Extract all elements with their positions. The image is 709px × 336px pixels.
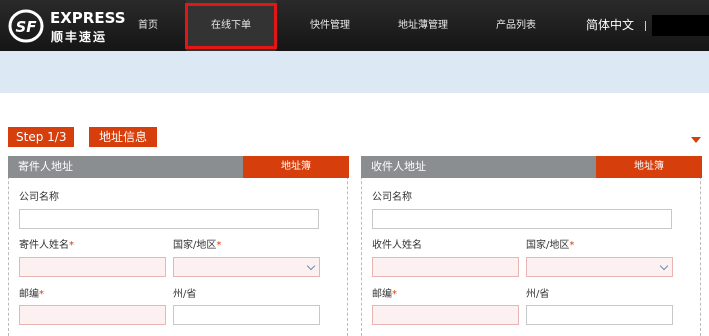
recipient-company-input[interactable] [372,209,672,229]
logo-express-text: EXPRESS [50,9,126,27]
logo-mark-text: SF [15,18,37,36]
step-title: 地址信息 [89,127,158,147]
chevron-down-icon [659,261,669,271]
sender-company-input[interactable] [19,209,319,229]
recipient-zip-label-text: 邮编 [372,289,392,300]
recipient-panel-header: 收件人地址 地址簿 [361,156,702,178]
recipient-panel-title: 收件人地址 [371,160,426,173]
sender-address-book-button[interactable]: 地址簿 [243,156,349,178]
recipient-zip-input[interactable] [372,305,519,325]
recipient-address-panel: 收件人地址 地址簿 公司名称 收件人姓名 国家/地区* 邮编* 州/省 [361,156,702,336]
step-badge: Step 1/3 [8,127,75,147]
logo-chinese-name: 顺丰速运 [51,30,108,44]
sf-express-logo[interactable]: SF EXPRESS 顺丰速运 [8,7,126,45]
recipient-zip-label: 邮编* [372,285,397,300]
sender-state-input[interactable] [173,305,320,325]
sender-zip-label-text: 邮编 [19,289,39,300]
collapse-arrow-icon[interactable] [691,137,701,143]
nav-shipment-management[interactable]: 快件管理 [300,0,360,51]
sender-zip-input[interactable] [19,305,166,325]
sender-country-select[interactable] [173,257,320,277]
sender-country-label: 国家/地区* [173,236,221,251]
sender-panel-header: 寄件人地址 地址簿 [8,156,349,178]
nav-address-book-management[interactable]: 地址薄管理 [388,0,458,51]
sender-name-input[interactable] [19,257,166,277]
recipient-country-label: 国家/地区* [526,236,574,251]
required-mark: * [39,289,44,300]
nav-home[interactable]: 首页 [128,0,168,51]
user-account-redacted[interactable] [652,15,709,36]
sender-name-label: 寄件人姓名* [19,236,74,251]
sender-country-label-text: 国家/地区 [173,240,217,251]
recipient-country-select[interactable] [526,257,673,277]
required-mark: * [392,289,397,300]
sender-panel-title: 寄件人地址 [18,160,73,173]
sender-address-panel: 寄件人地址 地址簿 公司名称 寄件人姓名* 国家/地区* 邮编* 州/省 [8,156,349,336]
recipient-name-label: 收件人姓名 [372,240,422,251]
recipient-company-label: 公司名称 [372,192,412,203]
nav-separator [645,21,646,31]
top-nav-bar: SF EXPRESS 顺丰速运 首页 在线下单 快件管理 地址薄管理 产品列表 … [0,0,709,51]
required-mark: * [569,240,575,251]
recipient-address-book-button[interactable]: 地址簿 [596,156,702,178]
required-mark: * [216,240,222,251]
chevron-down-icon [306,261,316,271]
sf-logo-icon: SF [8,9,44,43]
required-mark: * [69,240,74,251]
sender-state-label: 州/省 [173,289,197,300]
recipient-name-input[interactable] [372,257,519,277]
sender-company-label: 公司名称 [19,192,59,203]
nav-highlight-outline [185,3,277,49]
language-selector[interactable]: 简体中文 [580,0,640,51]
nav-product-list[interactable]: 产品列表 [486,0,546,51]
info-banner [0,51,709,93]
sender-name-label-text: 寄件人姓名 [19,240,69,251]
recipient-state-label: 州/省 [526,289,550,300]
recipient-state-input[interactable] [526,305,673,325]
sender-zip-label: 邮编* [19,285,44,300]
recipient-country-label-text: 国家/地区 [526,240,570,251]
